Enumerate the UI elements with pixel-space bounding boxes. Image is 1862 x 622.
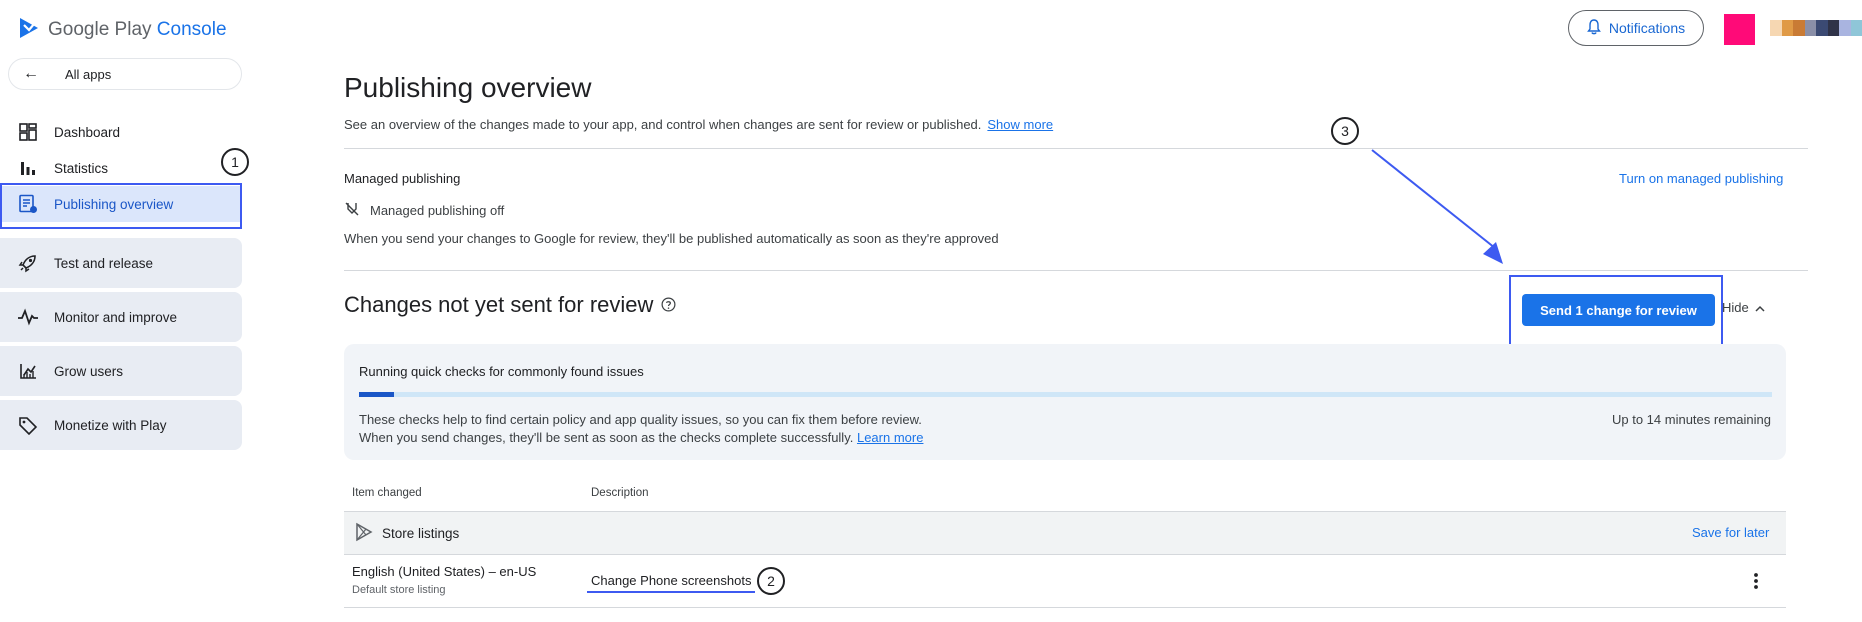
avatar[interactable] (1724, 14, 1755, 45)
row-item-changed: English (United States) – en-US (352, 564, 537, 579)
sidebar-item-label: Test and release (54, 255, 154, 271)
sidebar-item-test-and-release[interactable]: Test and release (0, 238, 242, 288)
quick-checks-remaining: Up to 14 minutes remaining (1612, 412, 1771, 427)
turn-on-managed-publishing-link[interactable]: Turn on managed publishing (1619, 171, 1783, 186)
quick-checks-line2: When you send changes, they'll be sent a… (359, 430, 923, 445)
logo-google-play: Google Play (48, 19, 152, 40)
account-chip-segment (1827, 20, 1839, 36)
page-title: Publishing overview (344, 72, 592, 103)
show-more-link[interactable]: Show more (987, 117, 1053, 132)
account-chip-segment (1816, 20, 1828, 36)
annotation-arrow (1371, 149, 1503, 264)
sidebar-item-monitor-and-improve[interactable]: Monitor and improve (0, 292, 242, 342)
account-chip-segment (1770, 20, 1782, 36)
sidebar-item-label: Dashboard (54, 124, 121, 140)
notifications-button[interactable]: Notifications (1568, 10, 1704, 46)
grow-users-icon (17, 360, 39, 382)
bar-chart-icon (17, 157, 39, 179)
google-play-console-logo[interactable]: Google Play Console (18, 14, 227, 46)
managed-publishing-status-text: Managed publishing off (370, 203, 505, 218)
learn-more-link[interactable]: Learn more (857, 430, 923, 445)
annotation-underline (587, 591, 755, 593)
sidebar-item-label: Monitor and improve (54, 309, 178, 325)
hide-toggle[interactable]: Hide (1722, 300, 1765, 315)
all-apps-label: All apps (65, 66, 112, 82)
dashboard-icon (17, 121, 39, 143)
rocket-icon (17, 252, 39, 274)
managed-publishing-description: When you send your changes to Google for… (344, 231, 999, 246)
divider (344, 270, 1808, 271)
quick-checks-progress-fill (359, 392, 394, 397)
store-listings-label: Store listings (382, 526, 460, 541)
annotation-box-send-button (1509, 275, 1723, 346)
more-vert-icon[interactable] (1748, 570, 1764, 597)
annotation-box-publishing-overview (0, 183, 242, 229)
sidebar-item-grow-users[interactable]: Grow users (0, 346, 242, 396)
annotation-marker-2: 2 (757, 567, 785, 595)
column-header-item-changed: Item changed (352, 487, 422, 499)
sidebar-item-statistics[interactable]: Statistics (0, 150, 242, 186)
row-item-sub: Default store listing (352, 584, 446, 596)
changes-section-title: Changes not yet sent for review (344, 292, 676, 318)
chevron-up-icon (1755, 300, 1765, 315)
divider (344, 148, 1808, 149)
quick-checks-heading: Running quick checks for commonly found … (359, 364, 644, 379)
account-chip[interactable] (1770, 20, 1862, 36)
back-arrow-icon: ← (23, 65, 39, 82)
quick-checks-line1: These checks help to find certain policy… (359, 412, 922, 427)
managed-publishing-status: Managed publishing off (344, 201, 504, 220)
column-header-description: Description (591, 487, 649, 499)
row-description-link[interactable]: Change Phone screenshots (591, 573, 751, 588)
managed-publishing-off-icon (344, 201, 360, 220)
page-subtitle-text: See an overview of the changes made to y… (344, 117, 982, 132)
logo-console: Console (156, 19, 227, 40)
quick-checks-progress-track (359, 392, 1772, 397)
account-chip-segment (1793, 20, 1805, 36)
sidebar-item-label: Grow users (54, 363, 124, 379)
tag-icon (17, 414, 39, 436)
help-icon[interactable] (661, 292, 676, 318)
hide-label: Hide (1722, 300, 1749, 315)
account-chip-segment (1850, 20, 1862, 36)
play-store-icon (354, 522, 374, 545)
annotation-marker-1: 1 (221, 148, 249, 176)
sidebar-item-dashboard[interactable]: Dashboard (0, 114, 242, 150)
sidebar-item-monetize-with-play[interactable]: Monetize with Play (0, 400, 242, 450)
pulse-icon (17, 306, 39, 328)
annotation-marker-3: 3 (1331, 117, 1359, 145)
quick-checks-line2-text: When you send changes, they'll be sent a… (359, 430, 854, 445)
logo-text: Google Play Console (48, 19, 227, 41)
table-group-row-store-listings (344, 511, 1786, 555)
sidebar-item-label: Statistics (54, 160, 109, 176)
save-for-later-link[interactable]: Save for later (1692, 525, 1769, 540)
sidebar-item-label: Monetize with Play (54, 417, 167, 433)
managed-publishing-heading: Managed publishing (344, 171, 461, 186)
account-chip-segment (1781, 20, 1793, 36)
changes-section-title-text: Changes not yet sent for review (344, 292, 654, 317)
play-console-logo-icon (18, 16, 40, 45)
page-subtitle: See an overview of the changes made to y… (344, 117, 1053, 132)
all-apps-button[interactable]: ← All apps (8, 58, 242, 90)
account-chip-segment (1839, 20, 1851, 36)
bell-icon (1586, 18, 1601, 38)
account-chip-segment (1804, 20, 1816, 36)
notifications-label: Notifications (1608, 20, 1686, 36)
divider (344, 607, 1786, 608)
store-listings-group: Store listings (354, 522, 459, 545)
